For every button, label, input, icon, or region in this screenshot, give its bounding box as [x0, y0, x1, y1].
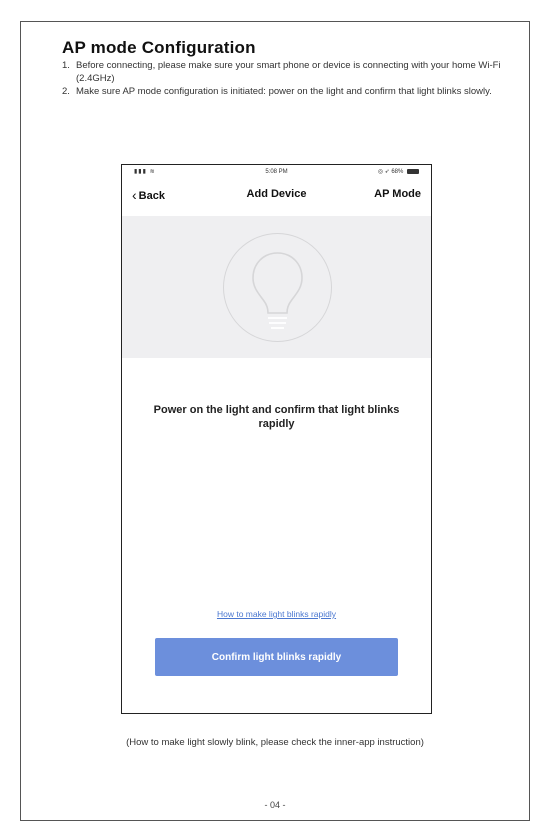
hero-area: [122, 216, 431, 358]
battery-icon: [407, 168, 419, 174]
confirm-button[interactable]: Confirm light blinks rapidly: [155, 638, 398, 676]
battery-percent: 68%: [391, 169, 404, 175]
light-bulb-icon: [252, 252, 303, 329]
document-page: AP mode Configuration 1. Before connecti…: [20, 21, 530, 821]
help-link[interactable]: How to make light blinks rapidly: [122, 609, 431, 619]
footnote: (How to make light slowly blink, please …: [126, 737, 424, 748]
status-bar: ▮▮▮ ≋ 5:08 PM ◎ ➶ 68%: [122, 165, 431, 179]
step-item: 1. Before connecting, please make sure y…: [62, 59, 512, 85]
step-number: 1.: [62, 60, 70, 71]
instruction-steps: 1. Before connecting, please make sure y…: [62, 59, 512, 98]
status-right: ◎ ➶ 68%: [378, 168, 419, 175]
instruction-text: Power on the light and confirm that ligh…: [153, 404, 400, 430]
page-number: - 04 -: [264, 800, 286, 810]
nav-bar: ‹ Back Add Device AP Mode: [122, 179, 431, 209]
ap-mode-button[interactable]: AP Mode: [374, 188, 421, 200]
step-text: Before connecting, please make sure your…: [76, 60, 501, 84]
step-text: Make sure AP mode configuration is initi…: [76, 86, 492, 97]
step-item: 2. Make sure AP mode configuration is in…: [62, 85, 512, 98]
step-number: 2.: [62, 86, 70, 97]
page-title: AP mode Configuration: [62, 38, 256, 57]
phone-screenshot: ▮▮▮ ≋ 5:08 PM ◎ ➶ 68% ‹ Back Add Device A…: [121, 164, 432, 714]
location-icon: ◎ ➶: [377, 169, 390, 175]
bulb-circle: [223, 233, 332, 342]
